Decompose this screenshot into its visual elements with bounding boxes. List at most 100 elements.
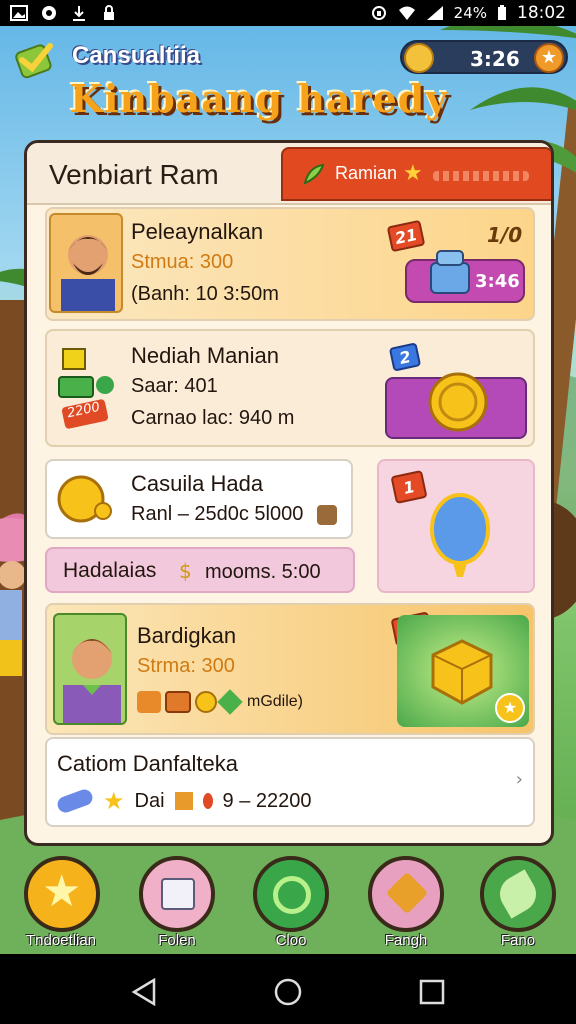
star-icon: ★ (403, 161, 423, 186)
home-icon[interactable] (274, 978, 302, 1006)
card-detail: mooms. 5:00 (205, 561, 321, 583)
tab-ramian[interactable]: Ramian ★ (281, 147, 551, 201)
card-detail: Dai (134, 789, 165, 812)
tab-label: Ramian (335, 163, 398, 183)
claim-button[interactable]: 3:46 (405, 250, 525, 303)
card-detail: mGdile) (247, 693, 304, 710)
nav-tndoetlian[interactable]: ★ (24, 856, 100, 932)
lock-icon (104, 5, 114, 20)
panel-title: Venbiart Ram (49, 159, 219, 190)
claim-button-label: 3:46 (475, 271, 520, 292)
vpn-icon (371, 6, 386, 20)
leaf-icon (493, 869, 543, 919)
signal-icon (426, 6, 443, 20)
card-title: Catiom Danfalteka (57, 751, 238, 776)
timer-value: 3:26 (470, 47, 520, 71)
chest-icon (165, 691, 191, 713)
bag-icon (137, 691, 161, 713)
box-icon (161, 878, 195, 910)
card-stat: Saar: 401 (131, 375, 218, 397)
gallery-icon (10, 5, 28, 21)
level-badge: 1 (390, 469, 428, 505)
items-icon (58, 348, 114, 429)
clock-time: 18:02 (517, 3, 566, 23)
gold-cube-icon (431, 639, 493, 705)
list-item[interactable]: Bardigkan Strma: 300 mGdile) E2 ★ (45, 603, 535, 735)
avatar (53, 613, 127, 725)
nav-label: Folen (158, 932, 196, 949)
card-stat: Strma: 300 (137, 655, 235, 677)
card-title: Bardigkan (137, 623, 237, 648)
feather-icon (303, 163, 325, 185)
card-title: Peleaynalkan (131, 219, 264, 244)
card-stat: Stmua: 300 (131, 251, 234, 273)
recents-icon[interactable] (418, 978, 446, 1006)
card-value: 9 – 22200 (222, 789, 312, 812)
card-title: Nediah Manian (131, 343, 279, 368)
chest-icon (174, 792, 193, 810)
counter-label: 1/0 (487, 223, 523, 247)
target-icon (273, 876, 311, 914)
list-item[interactable]: 2200 Nediah Manian Saar: 401 Carnao lac:… (45, 329, 535, 447)
add-star-button[interactable]: ★ (534, 43, 564, 73)
star-icon: ★ (103, 787, 125, 815)
card-detail: Ranl – 25d0c 5l000 (131, 503, 304, 525)
system-nav-bar (0, 954, 576, 1024)
nav-label: Fangh (384, 932, 428, 949)
nav-label: Fano (500, 932, 536, 949)
game-title: Kinbaang haredy (70, 76, 449, 121)
panel-header: Venbiart Ram Ramian ★ (27, 143, 551, 205)
bottle-icon (55, 787, 95, 815)
card-title: Casuila Hada (131, 471, 264, 496)
item-icons: mGdile) (137, 689, 304, 715)
star-icon: ★ (42, 866, 82, 917)
level-badge: 2 (388, 342, 422, 372)
nav-label: Cloo (275, 932, 307, 949)
reward-box[interactable]: ★ (397, 615, 529, 727)
list-item[interactable]: Catiom Danfalteka ★ Dai 9 – 22200 › (45, 737, 535, 827)
download-icon (73, 6, 85, 21)
nav-folen[interactable] (139, 856, 215, 932)
app-icon (42, 6, 56, 20)
list-item[interactable]: Casuila Hada Ranl – 25d0c 5l000 (45, 459, 353, 539)
level-badge: 21 (386, 219, 426, 253)
nav-label: Tndoetlian (25, 932, 97, 949)
card-title: Hadalaias (63, 559, 157, 582)
card-detail: Carnao lac: 940 m (131, 407, 295, 429)
status-bar: 24% 18:02 (0, 0, 576, 26)
coins-icon (57, 475, 112, 523)
nav-cloo[interactable] (253, 856, 329, 932)
main-panel: Venbiart Ram Ramian ★ Peleaynalkan Stmua… (24, 140, 554, 846)
card-detail: (Banh: 10 3:50m (131, 283, 279, 305)
game-subtitle: Cansualtiia (72, 42, 201, 69)
reward-card[interactable]: 1 (377, 459, 535, 593)
wifi-icon (398, 6, 415, 20)
coin-icon (404, 43, 434, 73)
coin-button[interactable] (385, 372, 527, 439)
timer-pill[interactable]: 3:26 ★ (400, 40, 568, 74)
chest-icon (430, 250, 470, 294)
battery-icon (498, 5, 506, 20)
game-screen: 24% 18:02 Cansualtiia Kinbaang haredy 3:… (0, 0, 576, 1024)
ruby-icon (202, 793, 213, 809)
battery-level: 24% (453, 4, 487, 22)
game-logo-icon[interactable] (14, 40, 58, 80)
gold-coin-icon (428, 372, 488, 432)
coin-icon (195, 691, 217, 713)
barrel-icon (317, 505, 337, 525)
tab-decoration (433, 171, 529, 181)
star-button[interactable]: ★ (495, 693, 525, 723)
bottom-nav: ★ Tndoetlian Folen Cloo Fangh Fano (0, 856, 576, 954)
item-row: ★ Dai 9 – 22200 (55, 787, 312, 815)
list-item[interactable]: Peleaynalkan Stmua: 300 (Banh: 10 3:50m … (45, 207, 535, 321)
avatar (49, 213, 123, 313)
list-item[interactable]: Hadalaias $ mooms. 5:00 (45, 547, 355, 593)
nav-fangh[interactable] (368, 856, 444, 932)
gem-icon (217, 689, 243, 715)
coin-icon: $ (179, 559, 192, 583)
balloon-icon (430, 493, 490, 577)
nav-fano[interactable] (480, 856, 556, 932)
chevron-right-icon[interactable]: › (516, 769, 523, 790)
tools-icon (385, 871, 429, 915)
back-icon[interactable] (130, 978, 158, 1006)
